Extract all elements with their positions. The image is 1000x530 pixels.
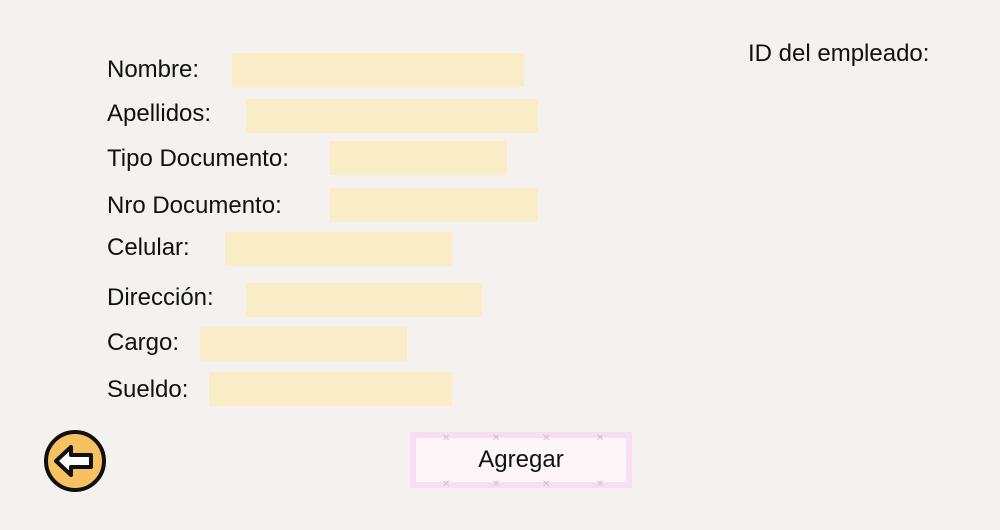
apellidos-field[interactable] (246, 99, 538, 133)
tipo-documento-label: Tipo Documento: (107, 145, 289, 172)
agregar-button[interactable]: ✕ ✕ ✕ ✕ ✕ ✕ ✕ ✕ Agregar (410, 432, 632, 490)
agregar-button-label: Agregar (478, 446, 564, 473)
nro-documento-label: Nro Documento: (107, 192, 282, 219)
decor-x-icon: ✕ (596, 433, 605, 444)
employee-id-label: ID del empleado: (748, 40, 930, 67)
cargo-field[interactable] (200, 327, 407, 361)
celular-field[interactable] (225, 232, 452, 266)
decor-x-icon: ✕ (542, 433, 551, 444)
tipo-documento-field[interactable] (330, 141, 507, 175)
celular-label: Celular: (107, 234, 190, 261)
direccion-label: Dirección: (107, 284, 214, 311)
back-button[interactable] (43, 429, 107, 493)
decor-x-icon: ✕ (596, 479, 605, 490)
cargo-label: Cargo: (107, 329, 180, 356)
arrow-left-icon (44, 430, 106, 492)
decor-x-icon: ✕ (492, 433, 501, 444)
sueldo-label: Sueldo: (107, 376, 189, 403)
apellidos-label: Apellidos: (107, 100, 212, 127)
nombre-field[interactable] (232, 53, 524, 87)
decor-x-icon: ✕ (442, 479, 451, 490)
direccion-field[interactable] (246, 283, 482, 317)
decor-x-icon: ✕ (542, 479, 551, 490)
decor-x-icon: ✕ (442, 433, 451, 444)
sueldo-field[interactable] (209, 372, 452, 406)
nro-documento-field[interactable] (330, 188, 538, 222)
decor-x-icon: ✕ (492, 479, 501, 490)
nombre-label: Nombre: (107, 56, 200, 83)
